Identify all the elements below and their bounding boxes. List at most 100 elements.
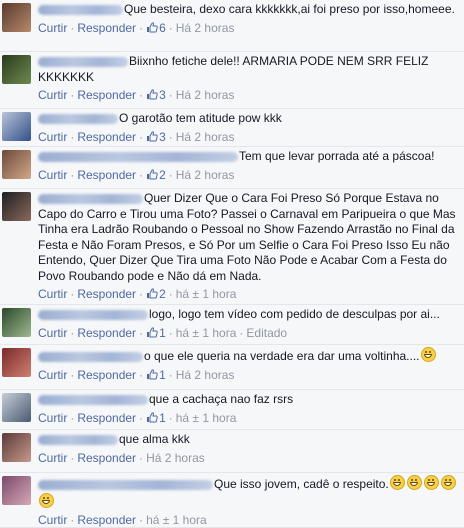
comment-actions: Curtir · Responder · 6 · Há 2 horas <box>38 20 235 35</box>
comment-item: o que ele queria na verdade era dar uma … <box>0 345 464 390</box>
thumbs-up-icon <box>146 368 158 384</box>
like-button[interactable]: Curtir <box>38 287 67 301</box>
comment-text: O garotão tem atitude pow kkk <box>119 111 282 125</box>
comment-text: Tem que levar porrada até a páscoa! <box>239 149 435 163</box>
comment-actions: Curtir · Responder · há ± 1 hora <box>38 513 207 527</box>
like-button[interactable]: Curtir <box>38 326 67 340</box>
like-count[interactable]: 3 <box>146 88 166 102</box>
author-name-blurred[interactable] <box>38 351 143 362</box>
comment-item: Biixnho fetiche dele!! ARMARIA PODE NEM … <box>0 52 464 109</box>
like-button[interactable]: Curtir <box>38 451 67 465</box>
author-name-blurred[interactable] <box>38 113 118 124</box>
comment-body: que alma kkk Curtir · Responder · Há 2 horas <box>38 432 460 466</box>
author-name-blurred[interactable] <box>38 394 148 405</box>
smiley-emoji-icon <box>406 475 422 490</box>
avatar[interactable] <box>2 393 31 422</box>
thumbs-up-icon <box>146 411 158 427</box>
reply-button[interactable]: Responder <box>77 368 136 382</box>
reply-button[interactable]: Responder <box>77 21 136 35</box>
timestamp[interactable]: Há 2 horas <box>176 168 235 182</box>
like-count[interactable]: 1 <box>146 368 166 382</box>
reply-button[interactable]: Responder <box>77 130 136 144</box>
author-name-blurred[interactable] <box>38 56 128 67</box>
author-name-blurred[interactable] <box>38 309 148 320</box>
comment-body: Que isso jovem, cadê o respeito. Curtir · R… <box>38 475 460 528</box>
comment-text-line: Tem que levar porrada até a páscoa! <box>38 149 460 165</box>
avatar[interactable] <box>2 112 31 141</box>
comment-actions: Curtir · Responder · 2 · há ± 1 hora <box>38 287 237 301</box>
timestamp[interactable]: Há 2 horas <box>176 88 235 102</box>
comment-text-line: que alma kkk <box>38 432 460 448</box>
avatar[interactable] <box>2 476 31 505</box>
comment-list: Que besteira, dexo cara kkkkkkk,ai foi p… <box>0 0 464 528</box>
thumbs-up-icon <box>146 130 158 146</box>
smiley-emoji-icon <box>423 475 439 490</box>
like-button[interactable]: Curtir <box>38 21 67 35</box>
reply-button[interactable]: Responder <box>77 513 136 527</box>
avatar[interactable] <box>2 192 31 221</box>
thumbs-up-icon <box>146 287 158 303</box>
reply-button[interactable]: Responder <box>77 326 136 340</box>
comment-body: que a cachaça nao faz rsrs Curtir · Respond… <box>38 392 460 427</box>
comment-body: O garotão tem atitude pow kkk Curtir · Resp… <box>38 111 460 146</box>
avatar[interactable] <box>2 150 31 179</box>
comment-text: Que besteira, dexo cara kkkkkkk,ai foi p… <box>124 2 455 16</box>
smiley-emoji-icon <box>39 492 54 508</box>
timestamp[interactable]: Há 2 horas <box>176 368 235 382</box>
reply-button[interactable]: Responder <box>77 168 136 182</box>
like-button[interactable]: Curtir <box>38 513 67 527</box>
like-count[interactable]: 1 <box>146 326 166 340</box>
timestamp[interactable]: há ± 1 hora <box>146 513 207 527</box>
comment-text-line: Que isso jovem, cadê o respeito. <box>38 475 460 510</box>
like-count[interactable]: 1 <box>146 411 166 425</box>
timestamp[interactable]: há ± 1 hora <box>176 326 237 340</box>
reply-button[interactable]: Responder <box>77 88 136 102</box>
author-name-blurred[interactable] <box>38 193 143 204</box>
comment-item: Quer Dizer Que o Cara Foi Preso Só Porqu… <box>0 189 464 305</box>
avatar[interactable] <box>2 433 31 462</box>
like-count[interactable]: 2 <box>146 287 166 301</box>
like-button[interactable]: Curtir <box>38 411 67 425</box>
like-button[interactable]: Curtir <box>38 168 67 182</box>
comment-text-line: Biixnho fetiche dele!! ARMARIA PODE NEM … <box>38 54 460 85</box>
author-name-blurred[interactable] <box>38 479 213 490</box>
comment-text-line: Que besteira, dexo cara kkkkkkk,ai foi p… <box>38 2 460 18</box>
reply-button[interactable]: Responder <box>77 411 136 425</box>
reply-button[interactable]: Responder <box>77 287 136 301</box>
smiley-emoji-icon <box>420 347 436 362</box>
comment-item: logo, logo tem vídeo com pedido de descu… <box>0 305 464 345</box>
avatar[interactable] <box>2 3 31 32</box>
comment-body: o que ele queria na verdade era dar uma … <box>38 347 460 384</box>
edited-label: Editado <box>246 325 288 340</box>
comment-actions: Curtir · Responder · 1 · há ± 1 hora <box>38 410 237 425</box>
timestamp[interactable]: Há 2 horas <box>176 130 235 144</box>
thumbs-up-icon <box>146 21 158 37</box>
comment-body: Quer Dizer Que o Cara Foi Preso Só Porqu… <box>38 191 460 303</box>
like-count[interactable]: 3 <box>146 130 166 144</box>
comment-text-line: logo, logo tem vídeo com pedido de descu… <box>38 307 460 323</box>
avatar[interactable] <box>2 55 31 84</box>
like-count[interactable]: 6 <box>146 21 166 35</box>
like-button[interactable]: Curtir <box>38 368 67 382</box>
comment-item: que alma kkk Curtir · Responder · Há 2 horas <box>0 430 464 473</box>
comment-item: Tem que levar porrada até a páscoa! Curti… <box>0 147 464 189</box>
comment-text: Que isso jovem, cadê o respeito. <box>214 477 389 491</box>
author-name-blurred[interactable] <box>38 4 123 15</box>
like-button[interactable]: Curtir <box>38 88 67 102</box>
reply-button[interactable]: Responder <box>77 451 136 465</box>
author-name-blurred[interactable] <box>38 434 118 445</box>
author-name-blurred[interactable] <box>38 151 238 162</box>
comment-body: logo, logo tem vídeo com pedido de descu… <box>38 307 460 342</box>
timestamp[interactable]: Há 2 horas <box>176 21 235 35</box>
timestamp[interactable]: há ± 1 hora <box>176 287 237 301</box>
comment-text: o que ele queria na verdade era dar uma … <box>144 349 420 363</box>
comment-actions: Curtir · Responder · 1 · Há 2 horas <box>38 367 235 382</box>
avatar[interactable] <box>2 348 31 377</box>
like-count[interactable]: 2 <box>146 168 166 182</box>
comment-text: Quer Dizer Que o Cara Foi Preso Só Porqu… <box>38 191 456 283</box>
timestamp[interactable]: há ± 1 hora <box>176 411 237 425</box>
avatar[interactable] <box>2 308 31 337</box>
comment-body: Biixnho fetiche dele!! ARMARIA PODE NEM … <box>38 54 460 104</box>
timestamp[interactable]: Há 2 horas <box>146 451 205 465</box>
like-button[interactable]: Curtir <box>38 130 67 144</box>
